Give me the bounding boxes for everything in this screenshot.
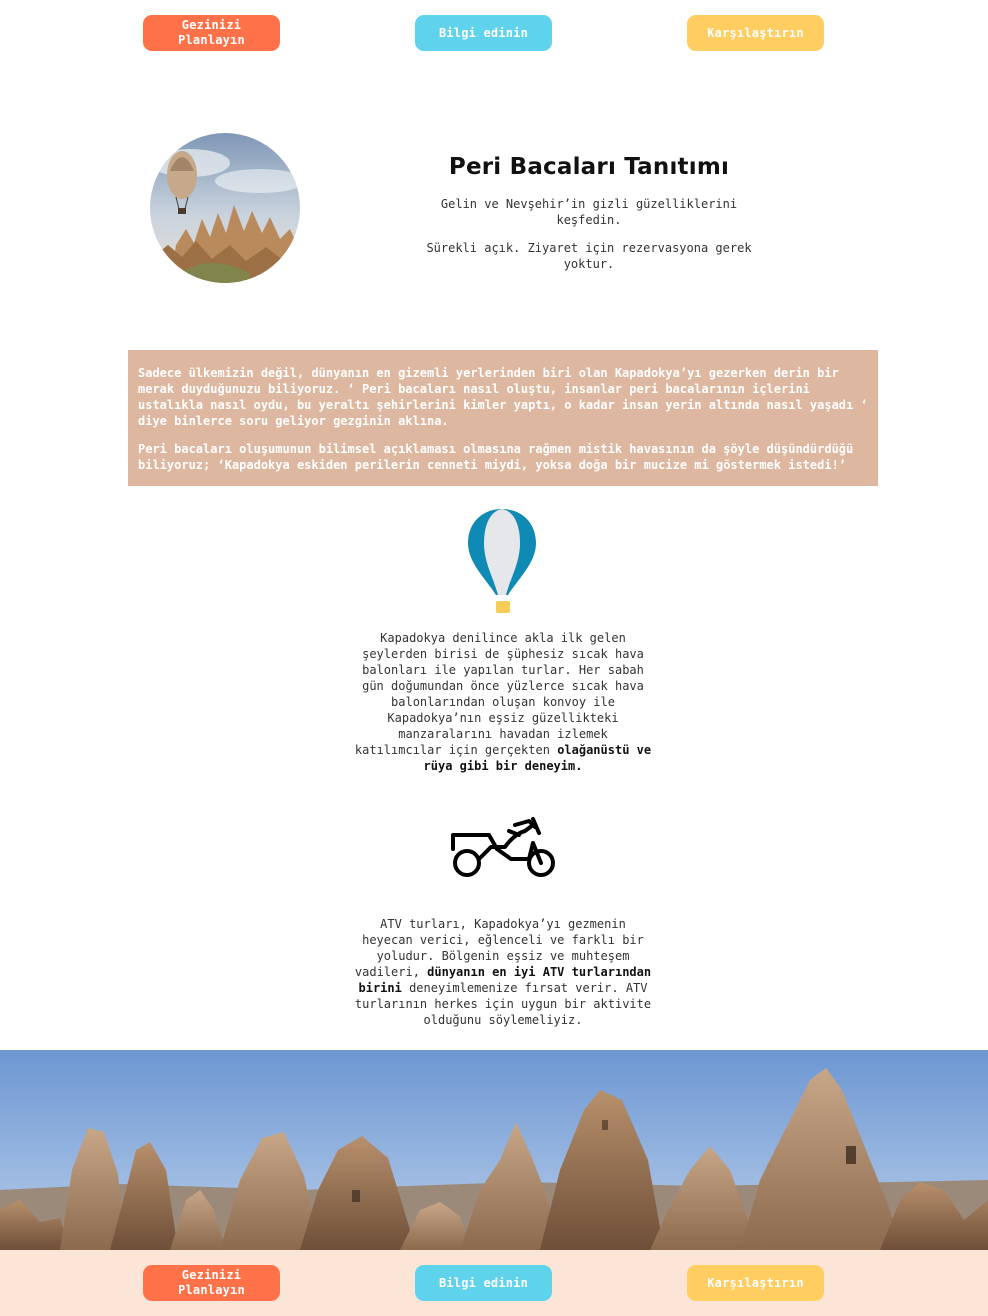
plan-trip-button[interactable]: Gezinizi Planlayın bbox=[143, 15, 280, 51]
balloon-tours-description: Kapadokya denilince akla ilk gelen şeyle… bbox=[352, 630, 654, 774]
fairy-chimneys-balloon-photo bbox=[150, 133, 300, 283]
motorcycle-icon bbox=[449, 815, 557, 881]
page-title: Peri Bacaları Tanıtımı bbox=[448, 154, 730, 180]
top-nav: Gezinizi Planlayın Bilgi edinin Karşılaş… bbox=[0, 0, 988, 66]
hot-air-balloon-icon bbox=[466, 507, 538, 615]
balloon-feature-text: Kapadokya denilince akla ilk gelen şeyle… bbox=[354, 631, 644, 757]
bottom-nav: Gezinizi Planlayın Bilgi edinin Karşılaş… bbox=[0, 1250, 988, 1316]
plan-trip-button-footer[interactable]: Gezinizi Planlayın bbox=[143, 1265, 280, 1301]
atv-tours-description: ATV turları, Kapadokya’yı gezmenin heyec… bbox=[352, 916, 654, 1028]
learn-more-button[interactable]: Bilgi edinin bbox=[415, 15, 552, 51]
fairy-chimneys-panorama bbox=[0, 1050, 988, 1250]
story-paragraph-2: Peri bacaları oluşumunun bilimsel açıkla… bbox=[138, 442, 854, 472]
intro-hours: Sürekli açık. Ziyaret için rezervasyona … bbox=[426, 241, 752, 271]
intro-text-block: Peri Bacaları Tanıtımı Gelin ve Nevşehir… bbox=[392, 154, 786, 284]
story-paragraph-1: Sadece ülkemizin değil, dünyanın en gize… bbox=[138, 366, 868, 428]
compare-button-footer[interactable]: Karşılaştırın bbox=[687, 1265, 824, 1301]
story-box: Sadece ülkemizin değil, dünyanın en gize… bbox=[128, 350, 878, 486]
compare-button[interactable]: Karşılaştırın bbox=[687, 15, 824, 51]
intro-subtitle: Gelin ve Nevşehir’in gizli güzelliklerin… bbox=[440, 197, 738, 227]
learn-more-button-footer[interactable]: Bilgi edinin bbox=[415, 1265, 552, 1301]
